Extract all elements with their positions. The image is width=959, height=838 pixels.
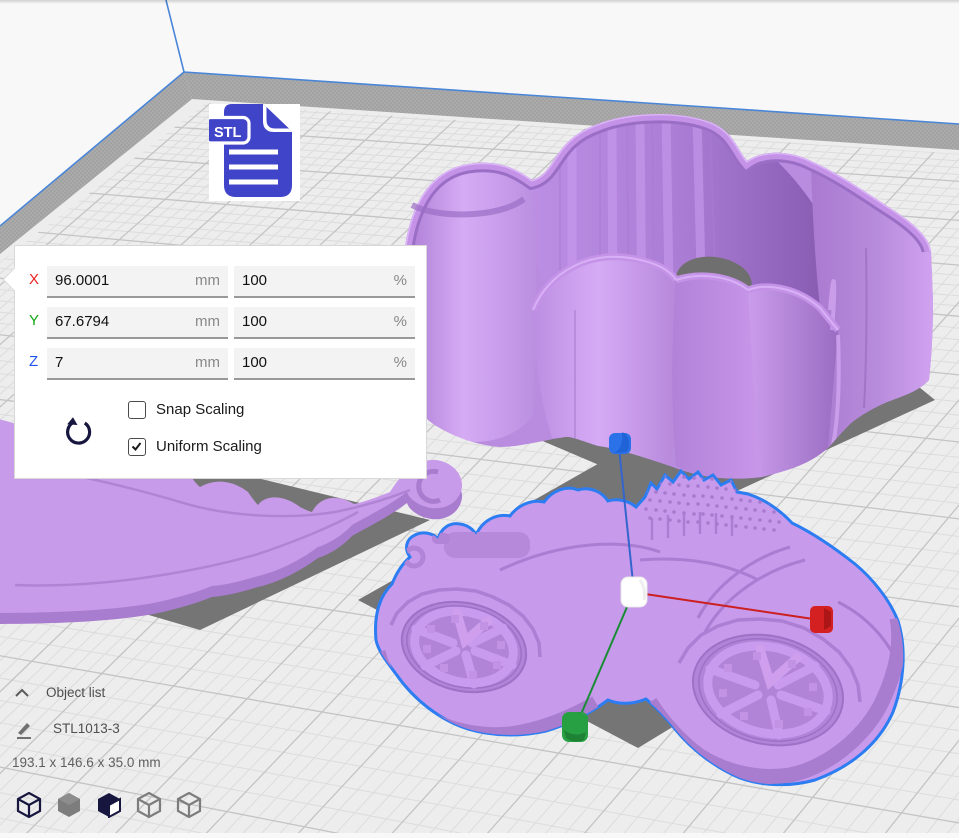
svg-text:STL: STL	[214, 125, 242, 141]
